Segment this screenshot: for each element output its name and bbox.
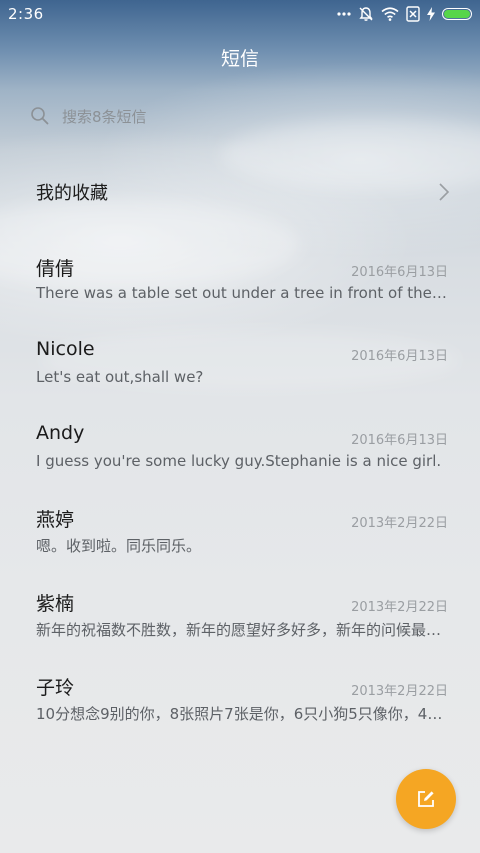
battery-level <box>444 10 470 18</box>
contact-name: 倩倩 <box>36 258 75 280</box>
search-icon <box>31 107 49 125</box>
charging-icon <box>427 7 435 21</box>
favorites-label: 我的收藏 <box>36 183 108 204</box>
message-preview: There was a table set out under a tree i… <box>36 284 450 302</box>
contact-name: Nicole <box>36 338 95 360</box>
conversation-item[interactable]: Nicole 2016年6月13日 Let's eat out,shall we… <box>36 338 450 402</box>
conversation-item[interactable]: 燕婷 2013年2月22日 嗯。收到啦。同乐同乐。 <box>36 505 450 569</box>
compose-icon <box>418 791 434 807</box>
status-bar: 2:36 <box>0 0 480 28</box>
message-preview: Let's eat out,shall we? <box>36 368 204 386</box>
more-dots-icon <box>337 12 351 16</box>
conversation-item[interactable]: Andy 2016年6月13日 I guess you're some luck… <box>36 422 450 486</box>
chevron-right-icon <box>439 183 450 201</box>
message-preview: 嗯。收到啦。同乐同乐。 <box>36 537 202 555</box>
message-date: 2013年2月22日 <box>351 600 448 615</box>
search-bar[interactable]: 搜索8条短信 <box>24 98 454 134</box>
message-preview: 新年的祝福数不胜数，新年的愿望好多好多，新年的问候最温暖 <box>36 621 450 639</box>
contact-name: 燕婷 <box>36 509 75 531</box>
compose-button[interactable] <box>396 769 456 829</box>
conversation-item[interactable]: 子玲 2013年2月22日 10分想念9别的你，8张照片7张是你，6只小狗5只像… <box>36 673 450 737</box>
status-time: 2:36 <box>8 5 44 23</box>
conversation-item[interactable]: 紫楠 2013年2月22日 新年的祝福数不胜数，新年的愿望好多好多，新年的问候最… <box>36 589 450 653</box>
page-title: 短信 <box>220 48 259 70</box>
contact-name: Andy <box>36 422 85 444</box>
contact-name: 子玲 <box>36 677 75 699</box>
battery-icon <box>442 8 472 20</box>
message-preview: I guess you're some lucky guy.Stephanie … <box>36 452 442 470</box>
no-sim-icon <box>406 6 420 22</box>
search-input[interactable]: 搜索8条短信 <box>62 106 147 127</box>
favorites-row[interactable]: 我的收藏 <box>36 174 450 210</box>
message-date: 2016年6月13日 <box>351 433 448 448</box>
wifi-icon <box>381 7 399 21</box>
message-date: 2013年2月22日 <box>351 516 448 531</box>
messages-screen: 2:36 短信 搜索8条短信 我的收藏 倩倩 2016年6月13日 There … <box>0 0 480 853</box>
message-date: 2013年2月22日 <box>351 684 448 699</box>
mute-bell-icon <box>359 7 373 21</box>
message-preview: 10分想念9别的你，8张照片7张是你，6只小狗5只像你，4季交替 <box>36 705 450 723</box>
message-date: 2016年6月13日 <box>351 349 448 364</box>
message-date: 2016年6月13日 <box>351 265 448 280</box>
conversation-item[interactable]: 倩倩 2016年6月13日 There was a table set out … <box>36 254 450 318</box>
status-icons <box>337 4 472 24</box>
contact-name: 紫楠 <box>36 593 75 615</box>
